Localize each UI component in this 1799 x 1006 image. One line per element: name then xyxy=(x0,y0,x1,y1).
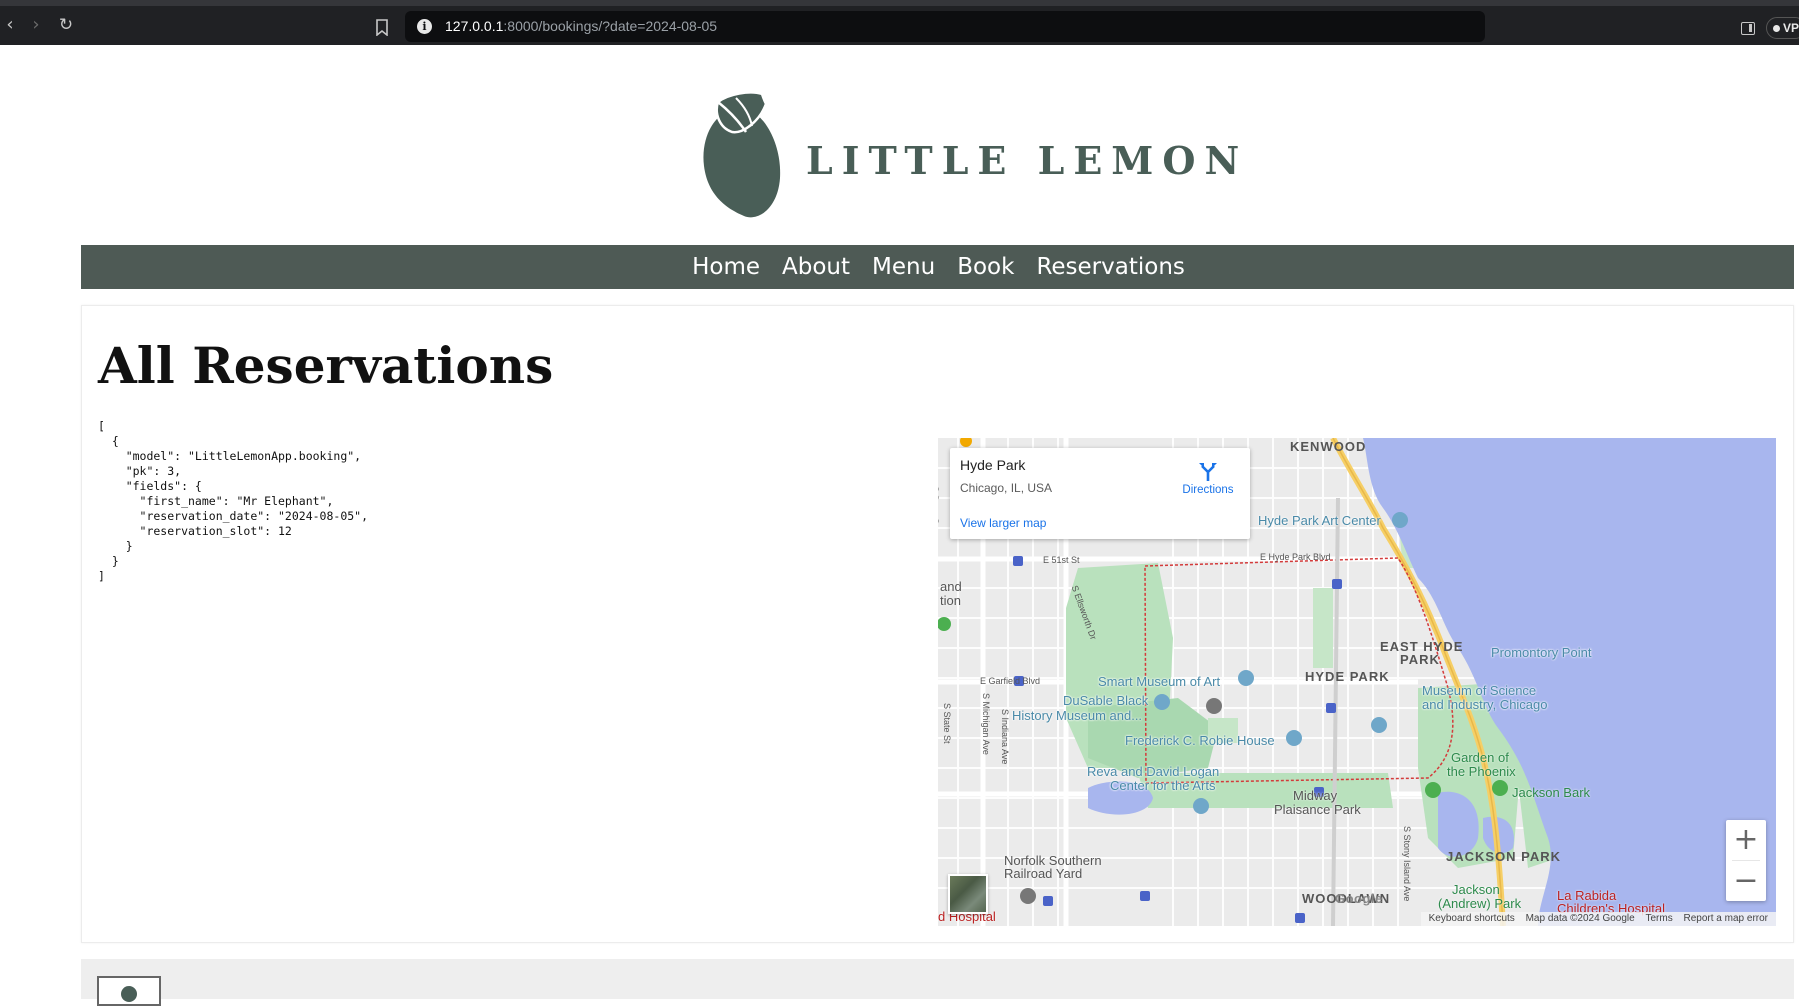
map-label-hyde-park: HYDE PARK xyxy=(1305,669,1390,684)
view-larger-map-link[interactable]: View larger map xyxy=(960,516,1046,530)
map-label-dusable-2[interactable]: History Museum and... xyxy=(1012,708,1142,723)
vpn-button[interactable]: VPN xyxy=(1766,17,1799,39)
map-label-midway: Midway xyxy=(1293,788,1338,803)
map-label-e-hyde-park-blvd: E Hyde Park Blvd xyxy=(1260,552,1331,562)
google-logo: Google xyxy=(1335,891,1383,906)
google-map[interactable]: Hyde Park Chicago, IL, USA Directions Vi… xyxy=(938,438,1776,926)
map-label-logan-2[interactable]: Center for the Arts xyxy=(1110,778,1216,793)
map-label-dusable[interactable]: DuSable Black xyxy=(1063,693,1148,708)
reservations-json: [ { "model": "LittleLemonApp.booking", "… xyxy=(98,419,369,583)
map-label-s-state: S State St xyxy=(942,703,952,744)
map-label-s-stony-island: S Stony Island Ave xyxy=(1402,826,1412,902)
reload-icon[interactable]: ↻ xyxy=(56,15,76,35)
zoom-out-button[interactable]: − xyxy=(1726,861,1766,901)
map-label-e-garfield: E Garfield Blvd xyxy=(980,676,1041,686)
map-label-s-indiana: S Indiana Ave xyxy=(1000,709,1010,765)
terms-link[interactable]: Terms xyxy=(1646,913,1673,924)
map-data-text: Map data ©2024 Google xyxy=(1525,913,1635,924)
sidebar-toggle-icon[interactable] xyxy=(1741,22,1755,35)
map-label-robie-house[interactable]: Frederick C. Robie House xyxy=(1125,733,1275,748)
map-label-and: and xyxy=(940,579,962,594)
map-label-tion: tion xyxy=(940,593,961,608)
place-info-card: Hyde Park Chicago, IL, USA Directions Vi… xyxy=(950,448,1250,539)
bookmark-icon[interactable] xyxy=(375,19,389,36)
directions-icon xyxy=(1199,463,1217,481)
nav-about-link[interactable]: About xyxy=(771,245,861,289)
map-label-garden[interactable]: Garden of xyxy=(1451,750,1509,765)
url-text[interactable]: 127.0.0.1:8000/bookings/?date=2024-08-05 xyxy=(445,18,717,34)
zoom-control: + − xyxy=(1726,820,1766,901)
page-title: All Reservations xyxy=(98,336,554,395)
map-label-jackson-bark[interactable]: Jackson Bark xyxy=(1512,785,1590,800)
directions-label: Directions xyxy=(1182,484,1234,496)
zoom-in-button[interactable]: + xyxy=(1726,820,1766,860)
address-bar[interactable]: i 127.0.0.1:8000/bookings/?date=2024-08-… xyxy=(405,11,1485,42)
map-label-smart-museum[interactable]: Smart Museum of Art xyxy=(1098,674,1220,689)
map-attribution: Keyboard shortcuts Map data ©2024 Google… xyxy=(1420,912,1776,926)
map-label-s-michigan: S Michigan Ave xyxy=(981,693,991,755)
map-label-msi-2[interactable]: and Industry, Chicago xyxy=(1422,697,1548,712)
keyboard-shortcuts-link[interactable]: Keyboard shortcuts xyxy=(1429,913,1515,924)
nav-home-link[interactable]: Home xyxy=(681,245,771,289)
map-label-msi[interactable]: Museum of Science xyxy=(1422,683,1536,698)
map-label-s-state-top: S State St xyxy=(938,486,940,527)
satellite-toggle-button[interactable] xyxy=(948,874,988,914)
browser-toolbar: ‹ › ↻ i 127.0.0.1:8000/bookings/?date=20… xyxy=(0,0,1799,45)
map-label-norfolk-2: Railroad Yard xyxy=(1004,866,1083,881)
nav-book-link[interactable]: Book xyxy=(946,245,1025,289)
place-name: Hyde Park xyxy=(960,457,1026,473)
map-label-promontory[interactable]: Promontory Point xyxy=(1491,645,1591,660)
map-label-garden-2[interactable]: the Phoenix xyxy=(1447,764,1516,779)
report-map-error-link[interactable]: Report a map error xyxy=(1684,913,1768,924)
map-label-midway-2: Plaisance Park xyxy=(1274,802,1361,817)
place-address: Chicago, IL, USA xyxy=(960,481,1053,495)
map-label-kenwood: KENWOOD xyxy=(1290,439,1367,454)
forward-icon[interactable]: › xyxy=(26,15,46,35)
lemon-logo-icon xyxy=(703,91,781,218)
nav-menu-link[interactable]: Menu xyxy=(861,245,946,289)
nav-reservations-link[interactable]: Reservations xyxy=(1025,245,1195,289)
map-label-jackson-andrew-2[interactable]: (Andrew) Park xyxy=(1438,896,1521,911)
map-label-logan[interactable]: Reva and David Logan xyxy=(1087,764,1219,779)
directions-button[interactable]: Directions xyxy=(1176,460,1240,500)
footer-logo xyxy=(97,976,161,1006)
back-icon[interactable]: ‹ xyxy=(0,15,20,35)
main-nav: Home About Menu Book Reservations xyxy=(81,245,1794,289)
map-label-e-51st: E 51st St xyxy=(1043,555,1080,565)
footer xyxy=(81,959,1794,1006)
map-label-jackson-park: JACKSON PARK xyxy=(1446,849,1562,864)
map-label-art-center[interactable]: Hyde Park Art Center xyxy=(1258,513,1381,528)
site-info-icon[interactable]: i xyxy=(417,19,432,34)
map-label-east-hyde-park-2: PARK xyxy=(1400,652,1440,667)
map-label-jackson-andrew[interactable]: Jackson xyxy=(1452,882,1500,897)
brand-name: LITTLE LEMON xyxy=(806,138,1249,183)
